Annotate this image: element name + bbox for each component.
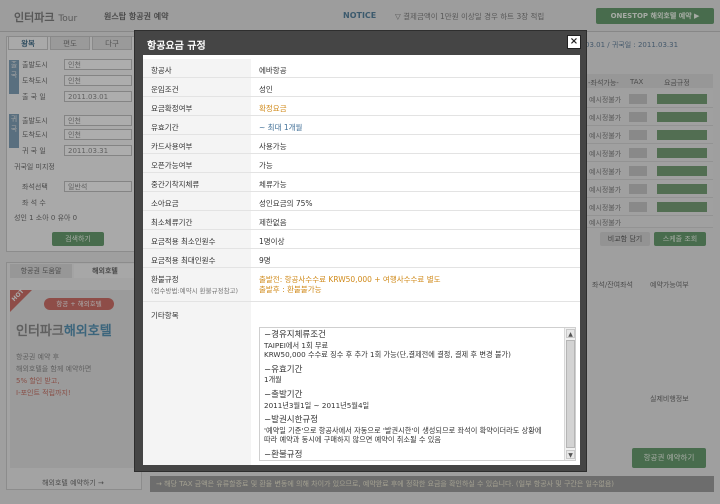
table-row: 요금확정여부 확정요금 (143, 97, 580, 116)
table-row: 오픈가능여부 가능 (143, 154, 580, 173)
notes-heading: −환불규정 (264, 449, 303, 460)
notes-line: 2011년3월1일 ~ 2011년5월4일 (264, 400, 370, 410)
notes-heading: −발권시한규정 (264, 415, 319, 426)
refund-label: 환불규정 (151, 275, 179, 284)
row-value: 체류가능 (259, 180, 287, 189)
row-value: 성인 (259, 85, 273, 94)
row-value: 가능 (259, 161, 273, 170)
table-row: 소아요금 성인요금의 75% (143, 192, 580, 211)
row-value: 에바항공 (259, 66, 287, 75)
row-label: 소아요금 (143, 192, 251, 210)
row-value: ~ 최대 1개월 (259, 123, 303, 132)
table-row: 요금적용 최대인원수 9명 (143, 249, 580, 268)
notes-heading: −출발기간 (264, 389, 303, 400)
notes-heading: −경유지체류조건 (264, 330, 326, 340)
notes-content: −경유지체류조건 TAIPEI에서 1회 무료 KRW50,000 수수료 징수 후… (264, 330, 562, 460)
row-label: 카드사용여부 (143, 135, 251, 153)
notes-heading: −유효기간 (264, 364, 303, 375)
scroll-thumb[interactable] (566, 340, 575, 448)
notes-line: KRW50,000 수수료 징수 후 추가 1회 가능(단,결제전에 결정, 결… (264, 350, 511, 360)
scrollbar[interactable]: ▲ ▼ (564, 328, 575, 460)
row-value: 9명 (259, 256, 271, 265)
refund-line: 출발후 : 환불불가능 (259, 285, 322, 294)
row-value: 성인요금의 75% (259, 199, 313, 208)
row-value: 제한없음 (259, 218, 287, 227)
fare-rules-modal: 항공요금 규정 × 항공사 에바항공 운임조건 성인 요금확정여부 확정요금 유… (134, 30, 587, 472)
row-label: 운임조건 (143, 78, 251, 96)
row-label: 오픈가능여부 (143, 154, 251, 172)
modal-body: 항공사 에바항공 운임조건 성인 요금확정여부 확정요금 유효기간 ~ 최대 1… (143, 55, 580, 465)
row-value: 사용가능 (259, 142, 287, 151)
row-label: 요금적용 최소인원수 (143, 230, 251, 248)
table-row: 운임조건 성인 (143, 78, 580, 97)
modal-title: 항공요금 규정 (147, 41, 206, 52)
row-value: 확정요금 (259, 104, 287, 113)
row-label: 기타항목 (143, 302, 251, 465)
row-label: 유효기간 (143, 116, 251, 134)
table-row: 최소체류기간 제한없음 (143, 211, 580, 230)
close-button[interactable]: × (567, 35, 581, 49)
notes-line: 따라 예약과 동시에 구매하지 않으면 예약이 취소될 수 있음 (264, 435, 441, 445)
table-row: 중간기착지체류 체류가능 (143, 173, 580, 192)
other-notes-textarea[interactable]: −경유지체류조건 TAIPEI에서 1회 무료 KRW50,000 수수료 징수 후… (259, 327, 576, 461)
notes-line: 1개월 (264, 375, 282, 385)
row-label: 요금확정여부 (143, 97, 251, 115)
refund-label-cell: 환불규정 (접수방법:예약시 환불규정참고) (143, 268, 251, 301)
row-value: 1명이상 (259, 237, 285, 246)
refund-row: 환불규정 (접수방법:예약시 환불규정참고) 출발전: 항공사수수료 KRW50… (143, 268, 580, 302)
table-row: 요금적용 최소인원수 1명이상 (143, 230, 580, 249)
table-row: 카드사용여부 사용가능 (143, 135, 580, 154)
refund-sublabel: (접수방법:예약시 환불규정참고) (151, 287, 239, 295)
row-label: 중간기착지체류 (143, 173, 251, 191)
row-label: 요금적용 최대인원수 (143, 249, 251, 267)
scroll-down-icon[interactable]: ▼ (566, 450, 575, 459)
table-row: 유효기간 ~ 최대 1개월 (143, 116, 580, 135)
row-label: 항공사 (143, 59, 251, 77)
scroll-up-icon[interactable]: ▲ (566, 329, 575, 338)
notes-line: TAIPEI에서 1회 무료 (264, 340, 329, 350)
row-label: 최소체류기간 (143, 211, 251, 229)
notes-line: '예약일 기준'으로 항공사에서 자동으로 '발권시한'이 생성되므로 좌석이 … (264, 425, 542, 435)
table-row: 항공사 에바항공 (143, 59, 580, 78)
